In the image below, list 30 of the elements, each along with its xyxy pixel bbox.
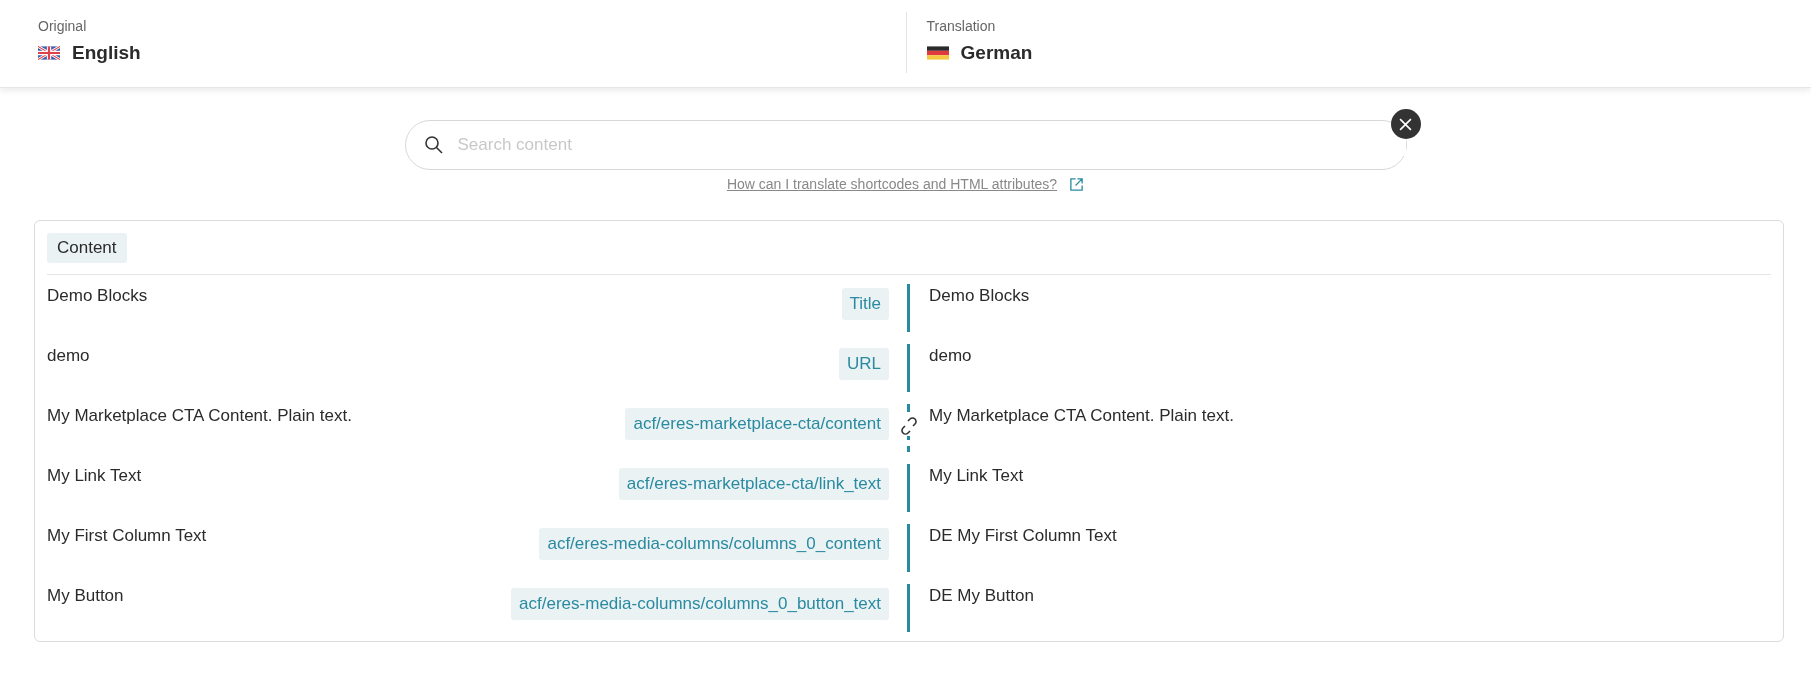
translation-text[interactable]: DE My Button xyxy=(929,584,1034,635)
translation-text[interactable]: demo xyxy=(929,344,972,395)
language-label: Original xyxy=(38,18,87,34)
external-link-icon xyxy=(1069,176,1085,192)
translation-text[interactable]: DE My First Column Text xyxy=(929,524,1117,575)
language-name: English xyxy=(72,42,141,64)
field-tag: Title xyxy=(841,288,889,320)
field-tag: acf/eres-media-columns/columns_0_button_text xyxy=(511,588,889,620)
uk-flag-icon xyxy=(38,46,60,60)
search-icon xyxy=(423,135,444,155)
translation-text[interactable]: My Link Text xyxy=(929,464,1024,515)
original-text: demo xyxy=(47,345,90,366)
help-link[interactable]: How can I translate shortcodes and HTML attributes? xyxy=(726,176,1058,192)
translation-text[interactable]: My Marketplace CTA Content. Plain text. xyxy=(929,404,1234,455)
section-tag: Content xyxy=(47,233,127,263)
language-name: German xyxy=(960,42,1033,64)
field-tag: acf/eres-marketplace-cta/link_text xyxy=(618,468,889,500)
original-text: My Link Text xyxy=(47,465,142,486)
original-text: My Button xyxy=(47,585,124,606)
language-label: Translation xyxy=(926,18,996,34)
original-text: Demo Blocks xyxy=(47,285,148,306)
translation-text[interactable]: Demo Blocks xyxy=(929,284,1030,335)
original-text: My Marketplace CTA Content. Plain text. xyxy=(47,405,352,426)
field-tag: acf/eres-media-columns/columns_0_content xyxy=(539,528,889,560)
close-button[interactable] xyxy=(1390,109,1421,139)
field-tag: URL xyxy=(839,348,889,380)
close-icon xyxy=(1399,117,1412,131)
field-tag: acf/eres-marketplace-cta/content xyxy=(625,408,889,440)
original-text: My First Column Text xyxy=(47,525,207,546)
german-flag-icon xyxy=(926,46,949,60)
